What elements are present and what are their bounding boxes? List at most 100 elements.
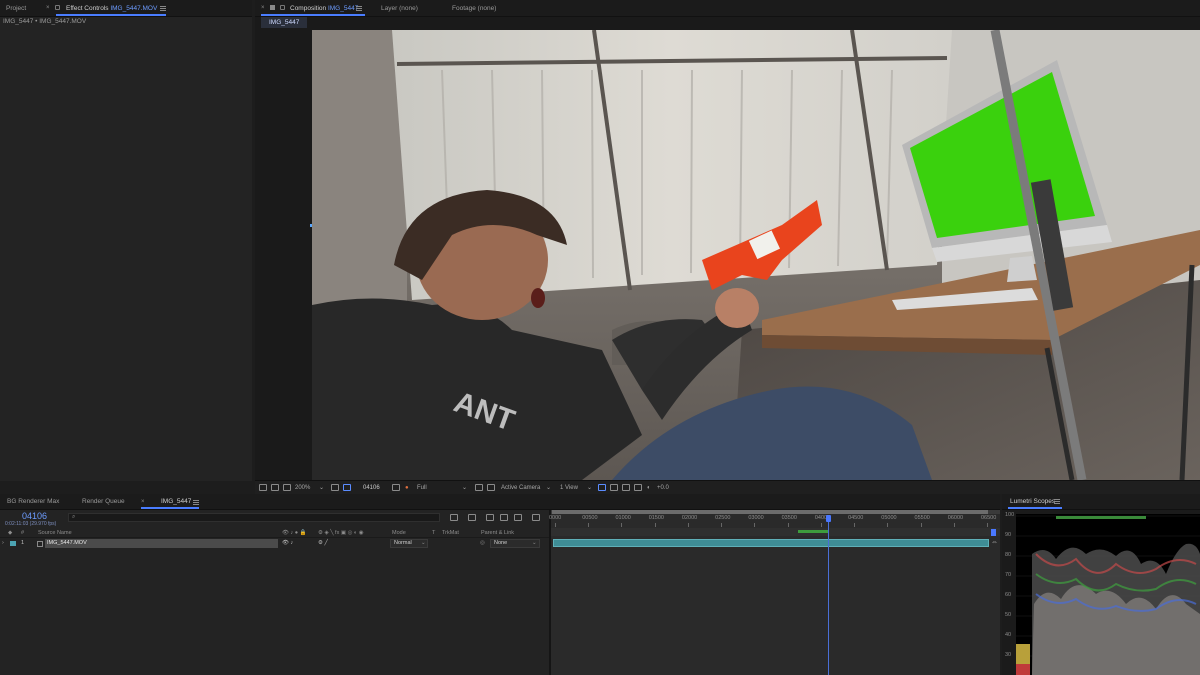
column-source-name[interactable]: Source Name — [38, 530, 72, 536]
playhead[interactable] — [827, 515, 829, 675]
layer-name-field[interactable]: IMG_5447.MOV — [45, 539, 278, 548]
fast-previews-icon[interactable] — [610, 484, 618, 491]
ruler-label: 05500 — [914, 515, 930, 521]
tab-composition-label: Composition — [290, 5, 327, 12]
composition-viewer[interactable]: ANT — [312, 30, 1200, 480]
view-layout-select[interactable]: 1 View — [560, 483, 578, 493]
chevron-down-icon[interactable]: ⌄ — [462, 483, 467, 493]
work-area-range[interactable] — [552, 510, 988, 514]
comp-mini-flowchart-icon[interactable] — [450, 514, 458, 521]
work-area-bar[interactable] — [551, 510, 1000, 514]
tab-project[interactable]: Project — [6, 0, 26, 17]
color-picker-icon[interactable]: ● — [405, 483, 409, 493]
lock-icon[interactable] — [55, 5, 60, 10]
blend-mode-select[interactable]: Normal ⌄ — [390, 539, 428, 548]
resolution-select[interactable]: Full — [417, 483, 427, 493]
lock-icon[interactable] — [280, 5, 285, 10]
vr-icon[interactable] — [283, 484, 291, 491]
tab-effect-controls-file: IMG_5447.MOV — [110, 5, 158, 12]
active-tab-indicator — [56, 14, 166, 16]
cached-frames-indicator — [798, 530, 828, 533]
scale-label: 60 — [1005, 592, 1012, 598]
scale-label: 80 — [1005, 552, 1012, 558]
scale-label: 100 — [1005, 512, 1015, 518]
active-tab-indicator — [261, 14, 365, 16]
expand-chevron-icon[interactable]: › — [2, 540, 4, 546]
scale-label: 70 — [1005, 572, 1012, 578]
column-trkmat: TrkMat — [442, 530, 459, 536]
safe-margins-icon[interactable] — [331, 484, 339, 491]
snapshot-icon[interactable] — [259, 484, 267, 491]
transparency-grid-icon[interactable] — [487, 484, 495, 491]
chevron-down-icon[interactable]: ⌄ — [587, 483, 592, 493]
panel-menu-icon[interactable] — [160, 6, 166, 11]
active-tab-indicator — [141, 507, 199, 509]
comp-button-icon[interactable]: ⇔ — [991, 539, 998, 546]
ruler-label: 03000 — [748, 515, 764, 521]
chevron-down-icon[interactable]: ⌄ — [319, 483, 324, 493]
layer-duration-bar[interactable] — [553, 539, 989, 547]
motion-blur-icon[interactable] — [514, 514, 522, 521]
tab-footage[interactable]: Footage (none) — [452, 0, 496, 17]
layer-switches-header: ⚙ ◈ ╲ fx ▣ ◎ ◐ ◉ — [318, 530, 364, 536]
time-ruler[interactable]: 0000 00500 01000 01500 02000 02500 03000 03500 0… — [549, 515, 1000, 528]
ruler-tick — [920, 523, 922, 527]
reset-exposure-icon[interactable]: ◐ — [647, 483, 651, 493]
region-of-interest-icon[interactable] — [475, 484, 483, 491]
panel-menu-icon[interactable] — [356, 6, 362, 11]
playhead-handle[interactable] — [825, 515, 831, 522]
visibility-eye-icon[interactable]: 👁 ♪ — [282, 540, 293, 546]
column-number: # — [21, 530, 25, 536]
tab-composition-name: IMG_5447 — [327, 5, 359, 12]
close-icon[interactable]: × — [46, 5, 52, 11]
tab-render-queue[interactable]: Render Queue — [82, 494, 125, 510]
ruler-tick — [555, 523, 556, 527]
work-area-end-marker[interactable] — [991, 529, 996, 536]
panel-menu-icon[interactable] — [1054, 499, 1060, 504]
composition-panel: × Composition IMG_5447 Layer (none) Foot… — [255, 0, 1200, 494]
ruler-tick — [787, 523, 789, 527]
layer-number: 1 — [21, 540, 25, 546]
scale-label: 50 — [1005, 612, 1012, 618]
chevron-down-icon[interactable]: ⌄ — [546, 483, 551, 493]
current-time-display[interactable]: 04106 — [363, 483, 380, 493]
label-column-icon: ◆ — [8, 530, 13, 536]
search-field[interactable]: ⌕ — [68, 513, 440, 522]
preview-icon[interactable] — [271, 484, 279, 491]
close-icon[interactable]: × — [141, 499, 147, 505]
quality-switch-icon[interactable]: ⚙ ╱ — [318, 540, 328, 546]
comp-flowchart-icon[interactable] — [634, 484, 642, 491]
comp-breadcrumb-tab[interactable]: IMG_5447 — [261, 17, 308, 28]
pickwhip-icon[interactable]: ◎ — [480, 540, 485, 546]
footage-file-icon — [37, 541, 43, 547]
toggle-pixel-aspect-icon[interactable] — [598, 484, 606, 491]
camera-icon[interactable] — [392, 484, 400, 491]
ruler-label: 00500 — [582, 515, 598, 521]
tab-bg-renderer[interactable]: BG Renderer Max — [7, 494, 59, 510]
close-icon[interactable]: × — [261, 5, 267, 11]
timeline-icon[interactable] — [622, 484, 630, 491]
label-color-swatch[interactable] — [10, 541, 16, 546]
exposure-value[interactable]: +0.0 — [657, 483, 669, 493]
effect-panel-tabbar: Project × Effect Controls IMG_5447.MOV — [0, 0, 252, 17]
timeline-panel: 04106 0:02:11:03 (29.970 fps) ⌕ ◆ # Sour… — [0, 510, 1000, 675]
camera-view-select[interactable]: Active Camera — [501, 483, 540, 493]
tab-layer[interactable]: Layer (none) — [381, 0, 418, 17]
frame-blending-icon[interactable] — [500, 514, 508, 521]
time-graph[interactable]: 0000 00500 01000 01500 02000 02500 03000 03500 0… — [549, 510, 1000, 675]
column-header-row: ◆ # Source Name 👁 ♪ ● 🔒 ⚙ ◈ ╲ fx ▣ ◎ ◐ ◉… — [0, 529, 549, 538]
graph-editor-icon[interactable] — [532, 514, 540, 521]
zoom-select[interactable]: 200% — [295, 483, 310, 493]
column-mode: Mode — [392, 530, 406, 536]
draft-3d-icon[interactable] — [468, 514, 476, 521]
parent-select[interactable]: None ⌄ — [490, 539, 540, 548]
ruler-tick — [721, 523, 723, 527]
table-row[interactable]: › 1 IMG_5447.MOV 👁 ♪ ⚙ ╱ Normal ⌄ ◎ None… — [0, 539, 549, 548]
mask-visibility-icon[interactable] — [343, 484, 351, 491]
ruler-label: 05000 — [881, 515, 897, 521]
timeline-tabbar: BG Renderer Max Render Queue × IMG_5447 — [0, 494, 1000, 510]
shy-layers-icon[interactable] — [486, 514, 494, 521]
column-t: T — [432, 530, 436, 536]
current-frame[interactable]: 04106 — [22, 511, 47, 521]
panel-menu-icon[interactable] — [193, 500, 199, 505]
